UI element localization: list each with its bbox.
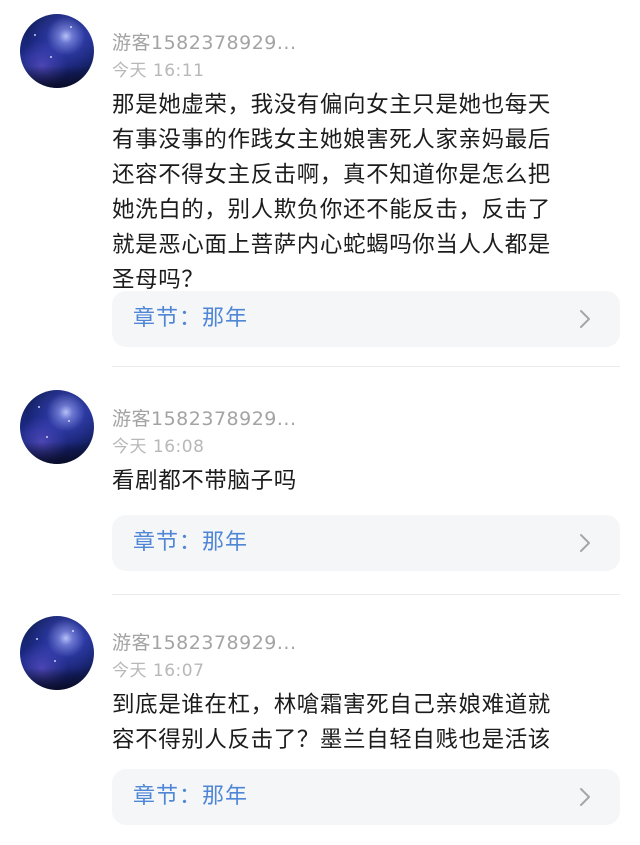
comment-text-line: 她洗白的，别人欺负你还不能反击，反击了 xyxy=(112,197,551,223)
comment-text: 到底是谁在杠，林嗆霜害死自己亲娘难道就 容不得别人反击了？墨兰自轻自贱也是活该 xyxy=(112,688,622,758)
comment-text-line: 容不得别人反击了？墨兰自轻自贱也是活该 xyxy=(112,727,551,753)
comment-text: 那是她虚荣，我没有偏向女主只是她也每天 有事没事的作践女主她娘害死人家亲妈最后 … xyxy=(112,88,622,298)
chevron-right-icon xyxy=(580,534,590,552)
avatar-star xyxy=(68,420,70,422)
chapter-label: 章节：那年 xyxy=(133,784,249,809)
chevron-right-icon xyxy=(580,310,590,328)
comment-username[interactable]: 游客1582378929... xyxy=(112,628,297,655)
avatar-star xyxy=(34,34,36,36)
chapter-label: 章节：那年 xyxy=(133,306,249,331)
comment-timestamp: 今天 16:08 xyxy=(112,437,205,457)
avatar-star xyxy=(36,638,38,640)
comment-item: 游客1582378929... 今天 16:11 那是她虚荣，我没有偏向女主只是… xyxy=(0,0,640,368)
user-avatar[interactable] xyxy=(20,616,94,690)
comment-text: 看剧都不带脑子吗 xyxy=(112,464,622,499)
comment-divider xyxy=(112,366,620,367)
comment-username[interactable]: 游客1582378929... xyxy=(112,404,297,431)
chapter-link-card[interactable]: 章节：那年 xyxy=(112,515,620,571)
comment-item: 游客1582378929... 今天 16:08 看剧都不带脑子吗 章节：那年 xyxy=(0,368,640,600)
comment-text-line: 那是她虚荣，我没有偏向女主只是她也每天 xyxy=(112,92,551,118)
comment-timestamp: 今天 16:07 xyxy=(112,661,205,681)
chapter-link-card[interactable]: 章节：那年 xyxy=(112,769,620,825)
chapter-label: 章节：那年 xyxy=(133,530,249,555)
avatar-star xyxy=(50,56,52,58)
user-avatar[interactable] xyxy=(20,14,94,88)
comment-text-line: 到底是谁在杠，林嗆霜害死自己亲娘难道就 xyxy=(112,692,551,718)
avatar-star xyxy=(54,660,56,662)
comment-text-line: 看剧都不带脑子吗 xyxy=(112,468,297,494)
comment-item: 游客1582378929... 今天 16:07 到底是谁在杠，林嗆霜害死自己亲… xyxy=(0,600,640,845)
comment-timestamp: 今天 16:11 xyxy=(112,61,205,81)
comment-text-line: 有事没事的作践女主她娘害死人家亲妈最后 xyxy=(112,127,551,153)
avatar-star xyxy=(70,26,72,28)
chevron-right-icon xyxy=(580,788,590,806)
comment-text-line: 还容不得女主反击啊，真不知道你是怎么把 xyxy=(112,162,551,188)
avatar-star xyxy=(46,436,48,438)
avatar-star xyxy=(72,630,74,632)
user-avatar[interactable] xyxy=(20,390,94,464)
comment-username[interactable]: 游客1582378929... xyxy=(112,28,297,55)
comment-divider xyxy=(112,594,620,595)
chapter-link-card[interactable]: 章节：那年 xyxy=(112,291,620,347)
comment-text-line: 就是恶心面上菩萨内心蛇蝎吗你当人人都是 xyxy=(112,232,551,258)
avatar-star xyxy=(38,406,40,408)
